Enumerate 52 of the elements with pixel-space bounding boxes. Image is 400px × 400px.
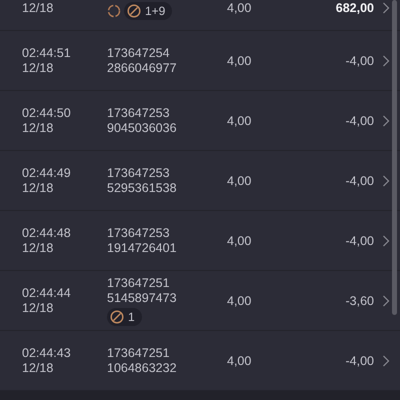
amount-text: -4,00 bbox=[344, 54, 374, 68]
chevron-icon[interactable] bbox=[382, 294, 390, 306]
amount-text: -4,00 bbox=[344, 234, 374, 248]
prohibited-icon bbox=[110, 310, 124, 324]
reference-number: 1064863232 bbox=[107, 361, 178, 375]
chevron-icon[interactable] bbox=[382, 114, 390, 126]
quantity-text: 4,00 bbox=[227, 114, 252, 128]
order-id: 173647251 bbox=[107, 346, 171, 360]
chevron-icon[interactable] bbox=[382, 234, 390, 246]
scrollbar[interactable] bbox=[392, 0, 397, 315]
prohibited-icon bbox=[127, 4, 141, 18]
order-id: 173647254 bbox=[107, 46, 171, 60]
chevron-icon[interactable] bbox=[382, 354, 390, 366]
quantity-text: 4,00 bbox=[227, 174, 252, 188]
time-text: 02:44:43 bbox=[22, 346, 72, 360]
amount-text: -4,00 bbox=[344, 174, 374, 188]
order-id: 173647253 bbox=[107, 106, 171, 120]
date-text: 12/18 bbox=[22, 61, 54, 75]
time-text: 02:44:50 bbox=[22, 106, 72, 120]
order-id: 173647253 bbox=[107, 166, 171, 180]
loading-icon bbox=[107, 4, 121, 18]
quantity-text: 4,00 bbox=[227, 54, 252, 68]
date-text: 12/18 bbox=[22, 241, 54, 255]
amount-text: -4,00 bbox=[344, 114, 374, 128]
date-text: 12/18 bbox=[22, 181, 54, 195]
time-text: 02:44:51 bbox=[22, 46, 72, 60]
count-badge: 1 bbox=[107, 308, 142, 326]
amount-text: -3,60 bbox=[344, 294, 374, 308]
time-text: 02:44:48 bbox=[22, 226, 72, 240]
chevron-icon[interactable] bbox=[382, 174, 390, 186]
date-text: 12/18 bbox=[22, 1, 54, 15]
order-id: 173647253 bbox=[107, 226, 171, 240]
reference-number: 2866046977 bbox=[107, 61, 178, 75]
date-text: 12/18 bbox=[22, 361, 54, 375]
date-text: 12/18 bbox=[22, 121, 54, 135]
chevron-icon[interactable] bbox=[382, 2, 390, 14]
reference-number: 1914726401 bbox=[107, 241, 178, 255]
reference-number: 5145897473 bbox=[107, 290, 178, 304]
quantity-text: 4,00 bbox=[227, 234, 252, 248]
reference-number: 9045036036 bbox=[107, 121, 178, 135]
quantity-text: 4,00 bbox=[227, 1, 252, 15]
order-id: 173647251 bbox=[107, 276, 171, 290]
amount-text: 682,00 bbox=[334, 1, 374, 15]
time-text: 02:44:44 bbox=[22, 286, 72, 300]
count-badge: 1+9 bbox=[124, 2, 172, 20]
quantity-text: 4,00 bbox=[227, 294, 252, 308]
quantity-text: 4,00 bbox=[227, 354, 252, 368]
reference-number: 5295361538 bbox=[107, 181, 178, 195]
amount-text: -4,00 bbox=[344, 354, 374, 368]
time-text: 02:44:49 bbox=[22, 166, 72, 180]
date-text: 12/18 bbox=[22, 301, 54, 315]
chevron-icon[interactable] bbox=[382, 54, 390, 66]
